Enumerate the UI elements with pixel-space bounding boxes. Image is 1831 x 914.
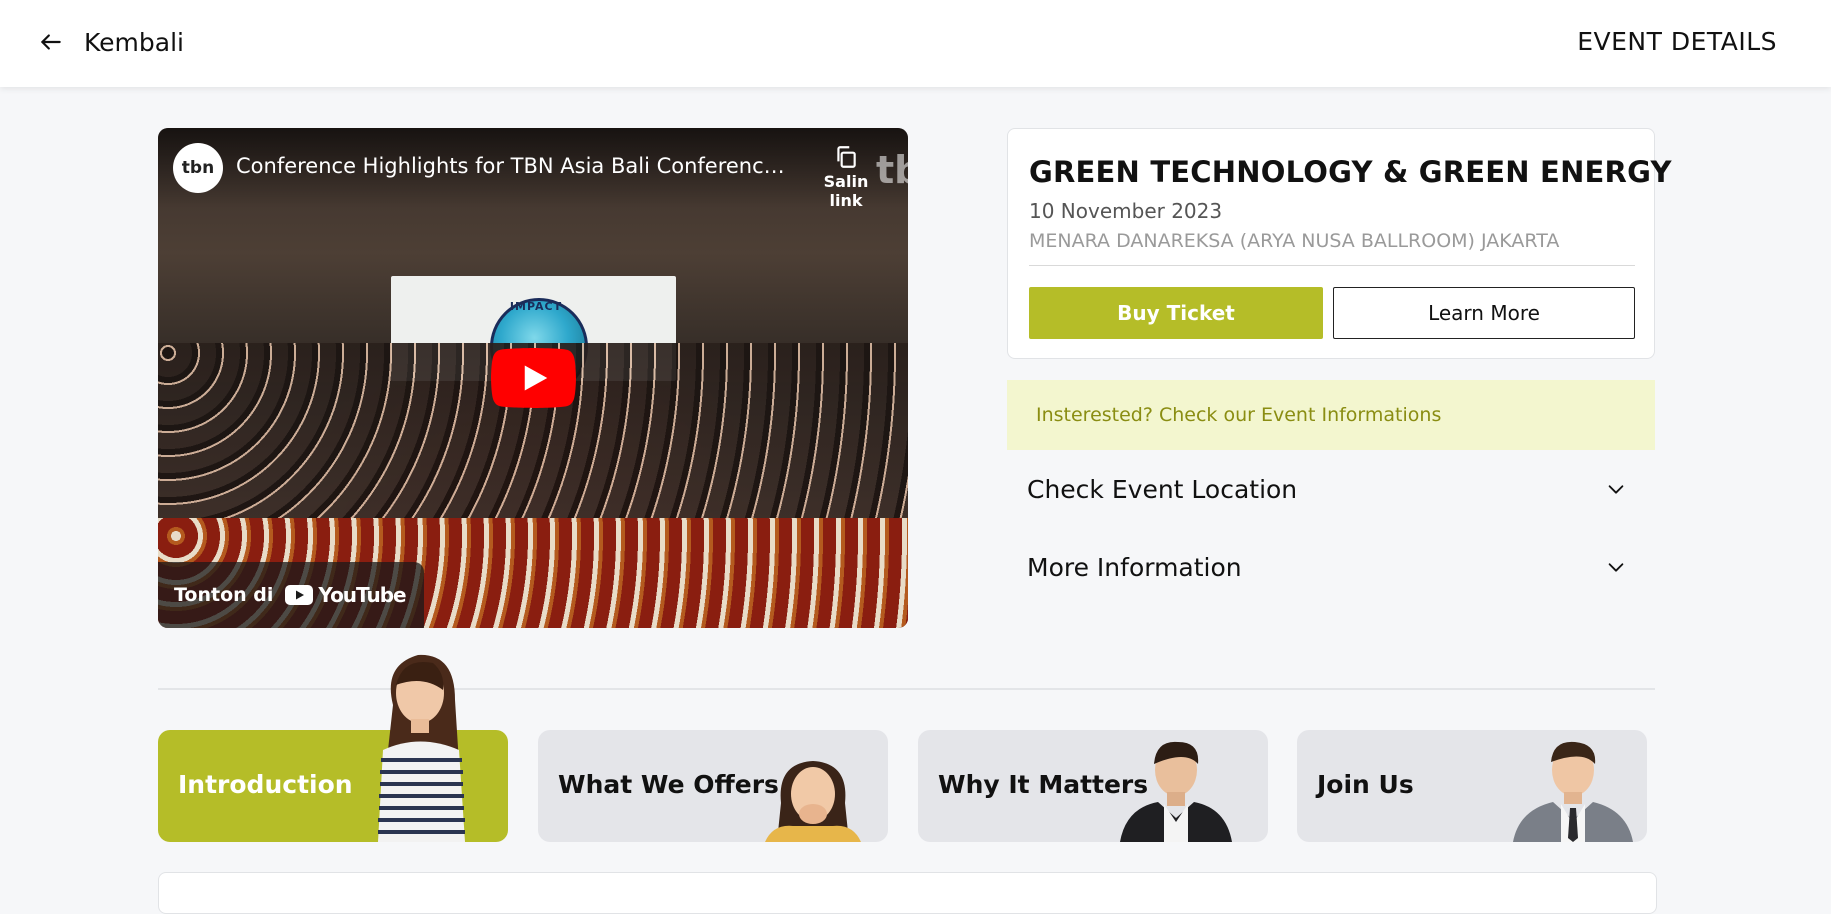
info-banner: Insterested? Check our Event Information…	[1007, 380, 1655, 450]
woman-portrait-image	[378, 654, 465, 842]
copy-icon	[837, 146, 856, 168]
tab-what-we-offers[interactable]: What We Offers	[538, 730, 888, 842]
tab-join-us[interactable]: Join Us	[1297, 730, 1647, 842]
youtube-wordmark: YouTube	[318, 583, 406, 607]
back-label: Kembali	[84, 27, 184, 57]
tab-why-it-matters[interactable]: Why It Matters	[918, 730, 1268, 842]
watch-on-youtube-button[interactable]: Tonton di YouTube	[158, 562, 424, 628]
learn-more-button[interactable]: Learn More	[1333, 287, 1635, 339]
watch-on-label: Tonton di	[174, 584, 274, 606]
video-banner-text: IMPACT	[509, 300, 563, 313]
chevron-down-icon	[1608, 485, 1624, 494]
tab-label: What We Offers	[558, 770, 779, 799]
back-button[interactable]: Kembali	[38, 22, 184, 62]
event-card: GREEN TECHNOLOGY & GREEN ENERGY 10 Novem…	[1007, 128, 1671, 359]
accordion-more-information[interactable]: More Information	[1007, 537, 1655, 597]
copy-link-label: Salin link	[823, 172, 869, 210]
page-title: EVENT DETAILS	[1577, 27, 1777, 56]
channel-avatar[interactable]: tbn	[173, 143, 223, 193]
accordion-label: More Information	[1027, 552, 1242, 582]
buy-ticket-button[interactable]: Buy Ticket	[1029, 287, 1323, 339]
event-date: 10 November 2023	[1029, 199, 1223, 223]
accordion-event-location[interactable]: Check Event Location	[1007, 459, 1655, 519]
top-bar: Kembali EVENT DETAILS	[0, 0, 1831, 87]
card-divider	[1029, 265, 1635, 266]
tab-label: Join Us	[1317, 770, 1414, 799]
businessman-portrait-image	[1513, 741, 1633, 842]
copy-link-button[interactable]: Salin link	[806, 144, 886, 210]
chevron-down-icon	[1608, 563, 1624, 572]
event-title: GREEN TECHNOLOGY & GREEN ENERGY	[1029, 155, 1672, 189]
man-portrait-image	[1120, 741, 1232, 842]
arrow-left-icon	[41, 34, 61, 50]
youtube-icon	[285, 585, 314, 605]
event-venue: MENARA DANAREKSA (ARYA NUSA BALLROOM) JA…	[1029, 230, 1560, 252]
channel-logo-text: tbn	[181, 158, 215, 178]
video-player[interactable]: IMPACT tbn Conference Highlights for TBN…	[158, 128, 908, 628]
content-panel	[158, 872, 1657, 914]
youtube-logo: YouTube	[285, 583, 407, 607]
accordion-label: Check Event Location	[1027, 474, 1298, 504]
video-title[interactable]: Conference Highlights for TBN Asia Bali …	[236, 154, 796, 178]
play-icon[interactable]	[491, 348, 576, 408]
surprised-woman-image	[765, 761, 861, 842]
tab-label: Introduction	[178, 770, 353, 799]
tab-introduction[interactable]: Introduction	[158, 654, 508, 842]
